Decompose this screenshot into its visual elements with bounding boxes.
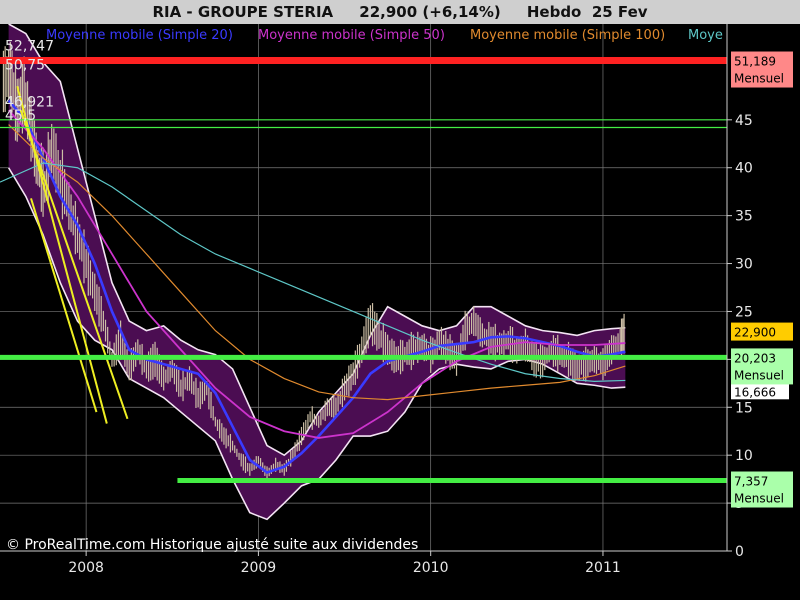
y-tick-label: 30 bbox=[735, 257, 753, 273]
legend-item: Moye bbox=[688, 28, 723, 43]
legend-item: Moyenne mobile (Simple 100) bbox=[470, 28, 665, 43]
legend-item: Moyenne mobile (Simple 20) bbox=[46, 28, 233, 43]
y-tick-label: 10 bbox=[735, 448, 753, 464]
y-tick-label: 0 bbox=[735, 544, 744, 560]
y-tick-label: 25 bbox=[735, 304, 753, 320]
x-tick-label: 2008 bbox=[68, 560, 104, 576]
y-tick-label: 40 bbox=[735, 161, 753, 177]
level-label-text: 51,189 bbox=[734, 55, 776, 69]
level-label-text: Mensuel bbox=[734, 72, 784, 86]
legend: Moyenne mobile (Simple 20) Moyenne mobile… bbox=[46, 28, 723, 43]
left-value-label: 50,75 bbox=[5, 58, 45, 74]
level-label-text: 20,203 bbox=[734, 351, 776, 365]
bollinger-upper bbox=[8, 23, 626, 457]
x-tick-label: 2011 bbox=[585, 560, 621, 576]
copyright-note: © ProRealTime.com Historique ajusté suit… bbox=[6, 537, 418, 553]
chart-window: 0510152025303540452008200920102011 17,72… bbox=[0, 0, 800, 600]
x-tick-label: 2009 bbox=[241, 560, 277, 576]
level-label-text: Mensuel bbox=[734, 368, 784, 382]
chart-title: RIA - GROUPE STERIA 22,900 (+6,14%) Hebd… bbox=[0, 0, 800, 24]
bollinger-band bbox=[7, 23, 626, 521]
title-price: 22,900 (+6,14%) bbox=[359, 3, 501, 21]
price-tag-text: 16,666 bbox=[734, 385, 776, 399]
y-tick-label: 15 bbox=[735, 400, 753, 416]
bollinger-fill bbox=[8, 24, 626, 520]
x-tick-label: 2010 bbox=[413, 560, 449, 576]
title-period: Hebdo bbox=[526, 3, 582, 21]
y-tick-label: 35 bbox=[735, 209, 753, 225]
level-label-text: 7,357 bbox=[734, 475, 768, 489]
legend-item: Moyenne mobile (Simple 50) bbox=[258, 28, 445, 43]
title-date: 25 Fev bbox=[591, 3, 648, 21]
current-price-text: 22,900 bbox=[734, 326, 776, 340]
title-ticker: RIA - GROUPE STERIA bbox=[152, 3, 334, 21]
price-chart: 0510152025303540452008200920102011 17,72… bbox=[0, 23, 793, 576]
level-label-text: Mensuel bbox=[734, 492, 784, 506]
y-tick-label: 45 bbox=[735, 113, 753, 129]
left-value-label: 45,5 bbox=[5, 108, 36, 124]
